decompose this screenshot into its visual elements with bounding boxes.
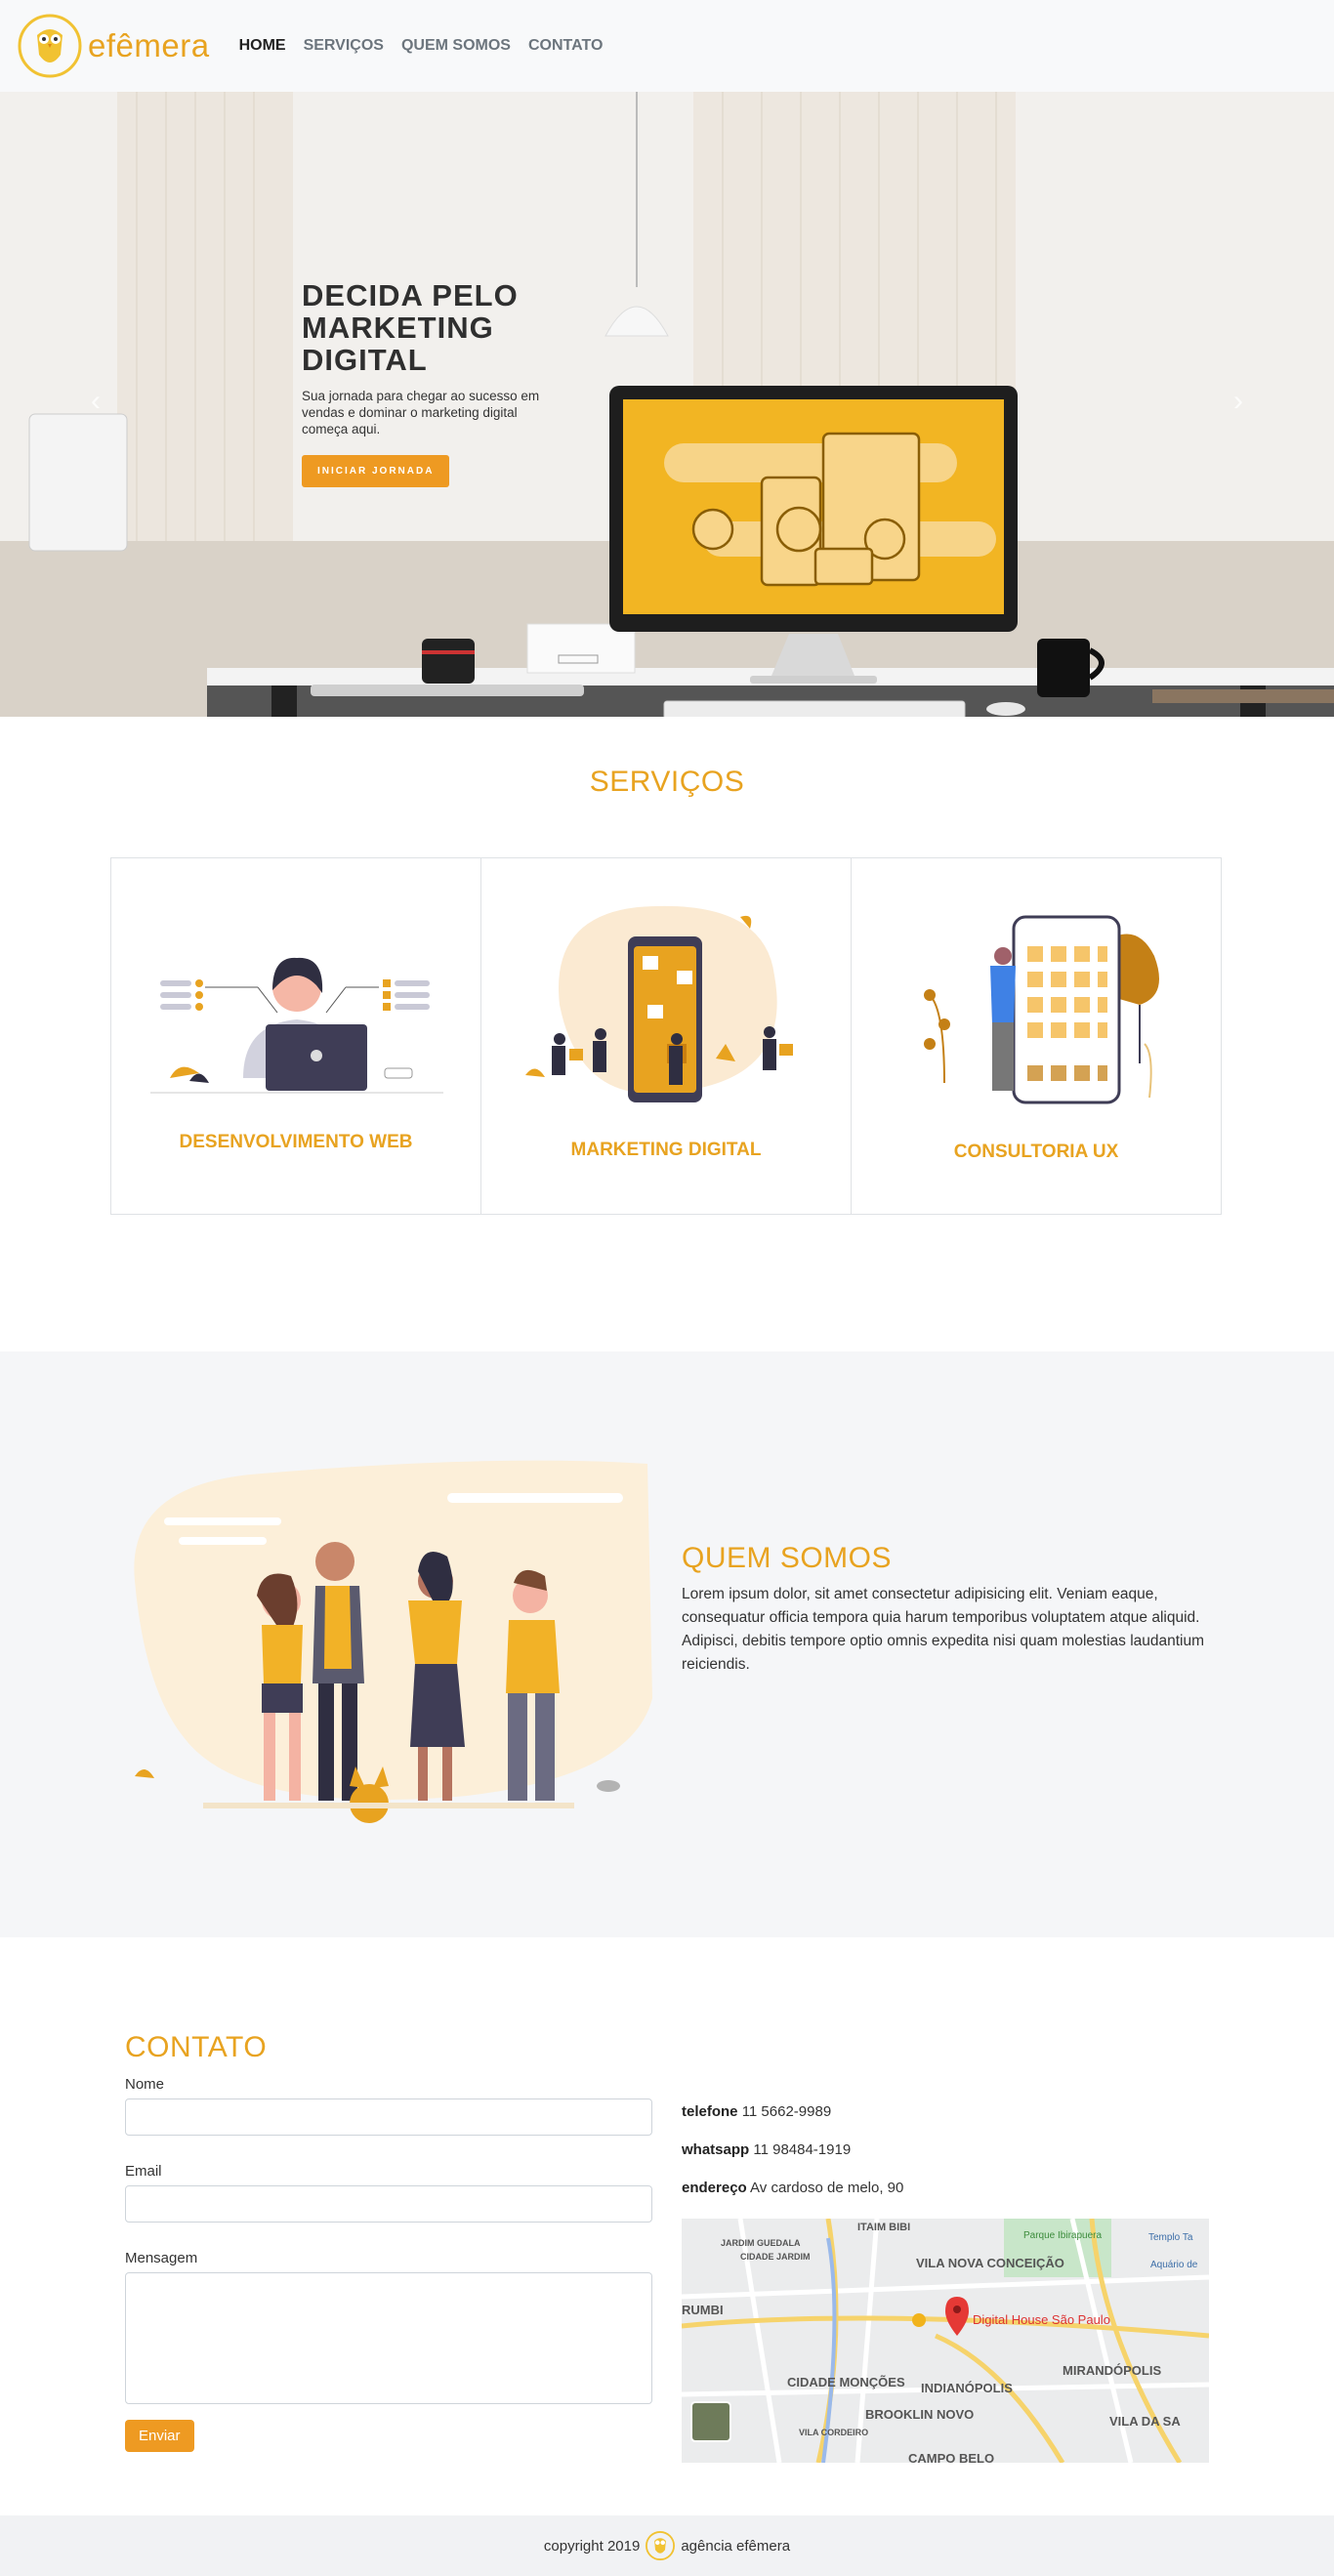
footer: copyright 2019 agência efêmera: [0, 2515, 1334, 2576]
agency-name: agência efêmera: [681, 2537, 791, 2555]
location-map[interactable]: ITAIM BIBI JARDIM GUEDALA CIDADE JARDIM …: [682, 2219, 1209, 2463]
hero-caption: DECIDA PELO MARKETING DIGITAL Sua jornad…: [302, 279, 556, 487]
navbar: efêmera HOME SERVIÇOS QUEM SOMOS CONTATO: [0, 0, 1334, 92]
nav-link-home[interactable]: HOME: [239, 37, 286, 55]
hero-text: Sua jornada para chegar ao sucesso em ve…: [302, 389, 540, 436]
map-label: VILA DA SA: [1109, 2414, 1181, 2429]
whatsapp-row: whatsapp 11 98484-1919: [682, 2141, 1209, 2158]
map-label: MIRANDÓPOLIS: [1063, 2363, 1161, 2378]
web-developer-illustration: [150, 957, 443, 1094]
service-card-ux[interactable]: CONSULTORIA UX: [851, 857, 1222, 1215]
service-title-marketing: MARKETING DIGITAL: [570, 1140, 762, 1160]
brand-name: efêmera: [88, 27, 210, 63]
map-label: ITAIM BIBI: [857, 2222, 910, 2233]
hero-carousel: DECIDA PELO MARKETING DIGITAL Sua jornad…: [0, 92, 1334, 717]
about-text: Lorem ipsum dolor, sit amet consectetur …: [682, 1586, 1205, 1673]
about-title: QUEM SOMOS: [682, 1542, 893, 1574]
map-label: VILA CORDEIRO: [799, 2428, 868, 2437]
address-label: endereço: [682, 2180, 747, 2196]
start-journey-button[interactable]: INICIAR JORNADA: [302, 455, 450, 487]
nav-link-contato[interactable]: CONTATO: [528, 37, 603, 55]
phone-row: telefone 11 5662-9989: [682, 2103, 1209, 2120]
map-label: CIDADE MONÇÕES: [787, 2375, 905, 2389]
phone-label: telefone: [682, 2103, 738, 2120]
hero-title: DECIDA PELO MARKETING DIGITAL: [302, 278, 519, 377]
send-button[interactable]: Enviar: [125, 2420, 194, 2452]
ux-consulting-illustration: [924, 915, 1159, 1104]
map-marker-label: Digital House São Paulo: [973, 2312, 1110, 2327]
owl-logo-icon: [646, 2531, 676, 2560]
about-content: QUEM SOMOS Lorem ipsum dolor, sit amet c…: [682, 1542, 1214, 1677]
chevron-left-icon[interactable]: ‹: [91, 385, 101, 418]
service-card-marketing[interactable]: MARKETING DIGITAL: [480, 857, 852, 1215]
brand-logo[interactable]: efêmera: [18, 14, 210, 78]
nav-link-quem-somos[interactable]: QUEM SOMOS: [401, 37, 511, 55]
map-label: CIDADE JARDIM: [740, 2252, 811, 2262]
digital-marketing-illustration: [525, 905, 793, 1102]
service-title-web: DESENVOLVIMENTO WEB: [179, 1132, 413, 1152]
phone-value: 11 5662-9989: [741, 2103, 832, 2120]
name-field[interactable]: [125, 2098, 652, 2136]
map-label: CAMPO BELO: [908, 2451, 994, 2463]
service-title-ux: CONSULTORIA UX: [953, 1142, 1119, 1162]
services-cards: DESENVOLVIMENTO WEB MARKETING DIGITAL CO…: [110, 857, 1222, 1215]
team-illustration: [134, 1460, 652, 1823]
contact-title: CONTATO: [125, 2031, 268, 2063]
map-label: VILA NOVA CONCEIÇÃO: [916, 2256, 1064, 2270]
copyright-text: copyright 2019: [543, 2537, 641, 2555]
nav-menu: HOME SERVIÇOS QUEM SOMOS CONTATO: [239, 37, 604, 55]
chevron-right-icon[interactable]: ›: [1233, 385, 1243, 418]
services-section: SERVIÇOS DESENVOLVIMENTO WEB MARKETING D…: [0, 717, 1334, 1351]
map-label: Templo Ta: [1148, 2232, 1193, 2243]
satellite-toggle[interactable]: [690, 2401, 731, 2442]
name-label: Nome: [125, 2076, 165, 2093]
map-label: RUMBI: [682, 2303, 724, 2317]
map-view: ITAIM BIBI JARDIM GUEDALA CIDADE JARDIM …: [682, 2219, 1209, 2463]
map-label: Parque Ibirapuera: [1023, 2230, 1102, 2241]
about-section: QUEM SOMOS Lorem ipsum dolor, sit amet c…: [0, 1351, 1334, 1937]
email-field[interactable]: [125, 2185, 652, 2223]
message-field[interactable]: [125, 2272, 652, 2404]
whatsapp-value: 11 98484-1919: [753, 2141, 852, 2158]
message-label: Mensagem: [125, 2250, 198, 2266]
whatsapp-label: whatsapp: [682, 2141, 750, 2158]
map-label: Aquário de: [1150, 2260, 1198, 2270]
contact-form: Nome Email Mensagem Enviar: [125, 2076, 652, 2452]
contact-section: CONTATO Nome Email Mensagem Enviar telef…: [0, 1937, 1334, 2515]
nav-link-servicos[interactable]: SERVIÇOS: [304, 37, 384, 55]
services-title: SERVIÇOS: [589, 766, 745, 798]
email-label: Email: [125, 2163, 162, 2180]
contact-info: telefone 11 5662-9989 whatsapp 11 98484-…: [682, 2103, 1209, 2218]
owl-logo-icon: [18, 14, 82, 78]
map-label: JARDIM GUEDALA: [721, 2238, 801, 2248]
address-value: Av cardoso de melo, 90: [750, 2180, 904, 2196]
map-label: INDIANÓPOLIS: [921, 2381, 1013, 2395]
service-card-web[interactable]: DESENVOLVIMENTO WEB: [110, 857, 481, 1215]
map-label: BROOKLIN NOVO: [865, 2407, 974, 2422]
office-desk-illustration: [0, 92, 1334, 717]
address-row: endereço Av cardoso de melo, 90: [682, 2180, 1209, 2196]
